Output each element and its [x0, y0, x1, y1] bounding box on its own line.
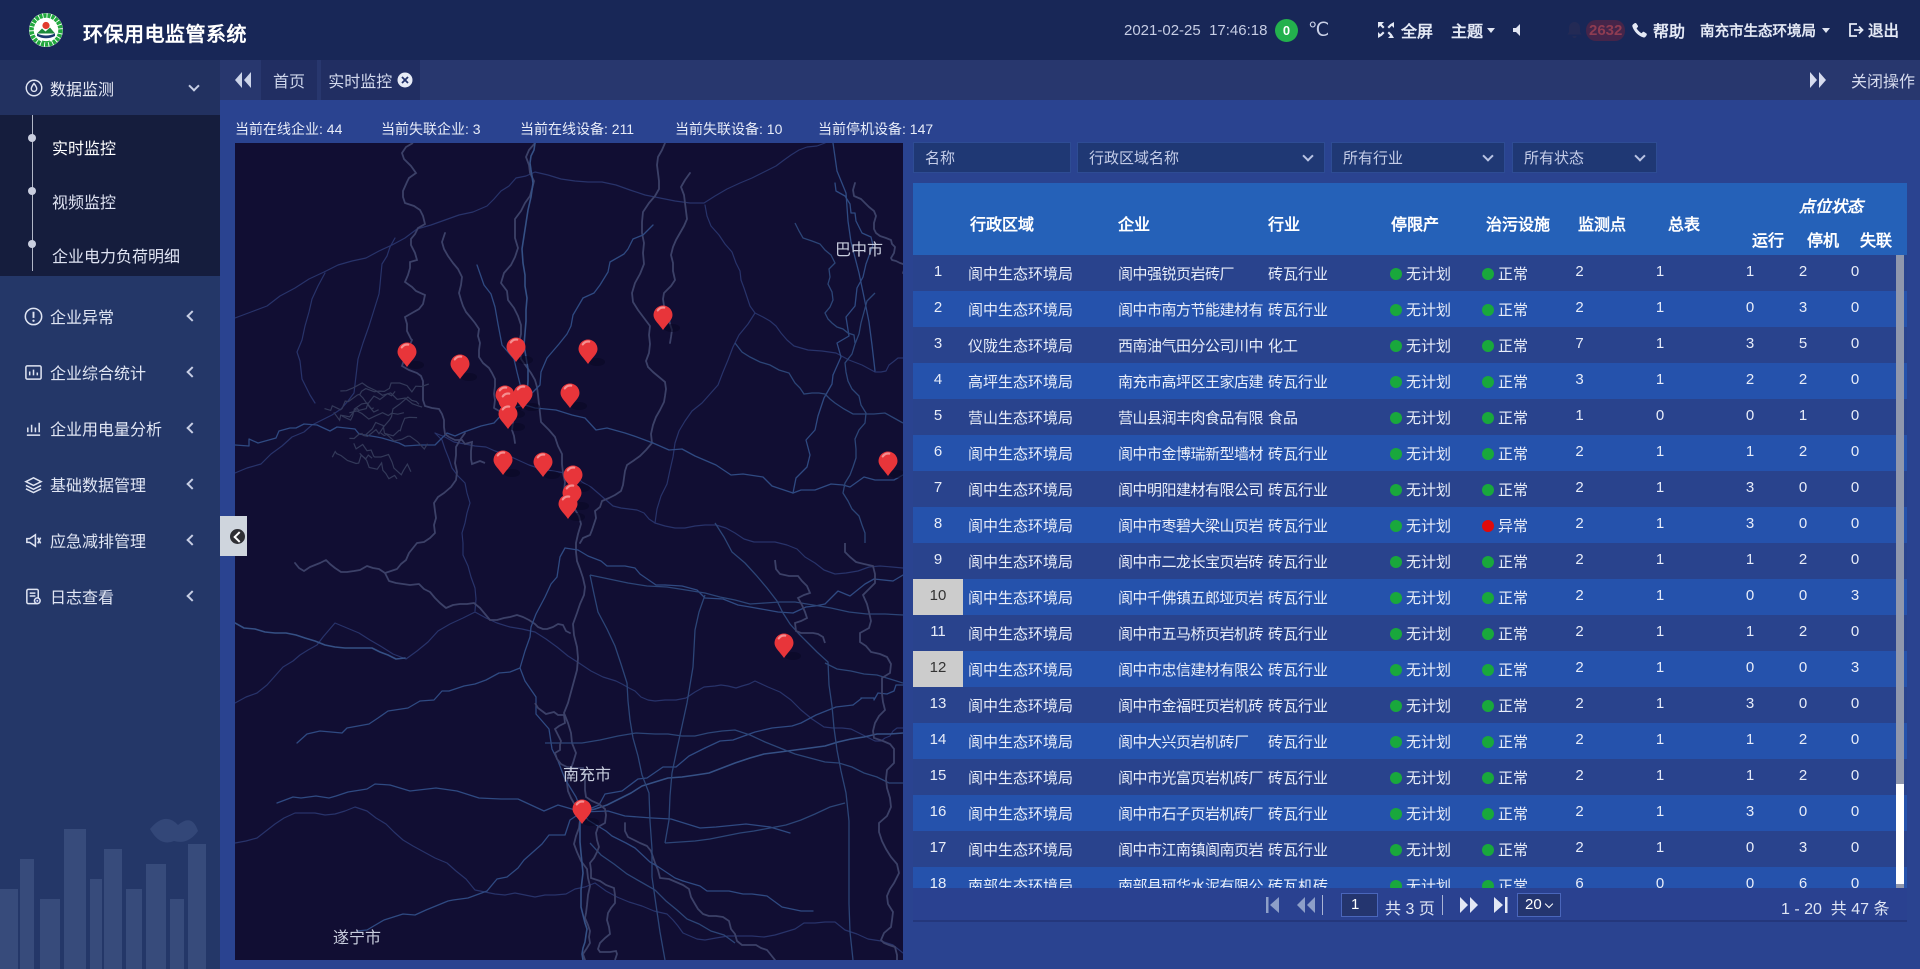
svg-text:巴中市: 巴中市 — [835, 241, 883, 259]
svg-text:遂宁市: 遂宁市 — [333, 929, 381, 947]
svg-text:南充市: 南充市 — [563, 766, 611, 784]
